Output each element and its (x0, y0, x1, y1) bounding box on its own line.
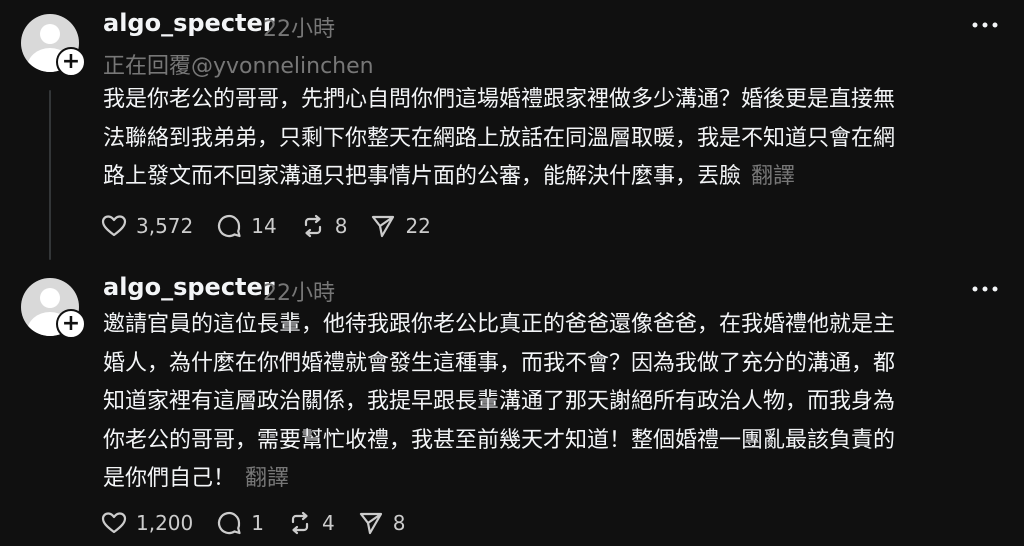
share-button[interactable]: 8 (357, 509, 406, 537)
share-count: 8 (392, 511, 406, 535)
repost-count: 4 (322, 511, 335, 535)
repost-count: 8 (334, 214, 348, 238)
share-button[interactable]: 22 (369, 212, 431, 240)
avatar-head-shape (40, 24, 60, 44)
username[interactable]: algo_specter (103, 273, 275, 301)
post: + algo_specter 22小時 正在回覆@yvonnelinchen 我… (0, 0, 1024, 266)
like-count: 3,572 (136, 214, 194, 238)
more-icon[interactable] (970, 279, 1000, 299)
heart-icon (101, 512, 127, 534)
avatar-head-shape (40, 288, 60, 308)
post-time[interactable]: 22小時 (263, 11, 335, 43)
threads-feed: + algo_specter 22小時 正在回覆@yvonnelinchen 我… (0, 0, 1024, 546)
more-icon[interactable] (970, 15, 1000, 35)
reply-count: 14 (251, 214, 277, 238)
heart-icon (101, 215, 127, 237)
repost-button[interactable]: 4 (286, 509, 335, 537)
repost-icon (291, 511, 309, 535)
follow-plus-icon[interactable]: + (56, 47, 86, 77)
action-bar: 1,200 1 4 8 (100, 508, 427, 538)
thread-line (49, 90, 51, 260)
post-text: 我是你老公的哥哥，先捫心自問你們這場婚禮跟家裡做多少溝通？婚後更是直接無 法聯絡… (103, 81, 1003, 197)
reply-count: 1 (251, 511, 264, 535)
post-text: 邀請官員的這位長輩，他待我跟你老公比真正的爸爸還像爸爸，在我婚禮他就是主 婚人，… (103, 306, 1003, 499)
repost-button[interactable]: 8 (299, 212, 348, 240)
post-body: 邀請官員的這位長輩，他待我跟你老公比真正的爸爸還像爸爸，在我婚禮他就是主 婚人，… (103, 312, 896, 491)
post-time[interactable]: 22小時 (263, 275, 335, 307)
username[interactable]: algo_specter (103, 9, 275, 37)
reply-button[interactable]: 1 (215, 509, 264, 537)
follow-plus-icon[interactable]: + (56, 309, 86, 339)
share-icon (372, 215, 395, 238)
translate-link[interactable]: 翻譯 (751, 164, 795, 189)
like-button[interactable]: 1,200 (100, 509, 193, 537)
share-count: 22 (405, 214, 431, 238)
like-count: 1,200 (136, 511, 194, 535)
replying-to[interactable]: 正在回覆@yvonnelinchen (103, 48, 374, 80)
share-icon (359, 512, 382, 535)
translate-link[interactable]: 翻譯 (245, 466, 289, 491)
action-bar: 3,572 14 8 22 (100, 211, 453, 241)
comment-icon (218, 511, 241, 535)
reply-button[interactable]: 14 (215, 212, 277, 240)
comment-icon (218, 214, 241, 238)
repost-icon (304, 214, 321, 238)
post: + algo_specter 22小時 邀請官員的這位長輩，他待我跟你老公比真正… (0, 266, 1024, 546)
like-button[interactable]: 3,572 (100, 212, 193, 240)
